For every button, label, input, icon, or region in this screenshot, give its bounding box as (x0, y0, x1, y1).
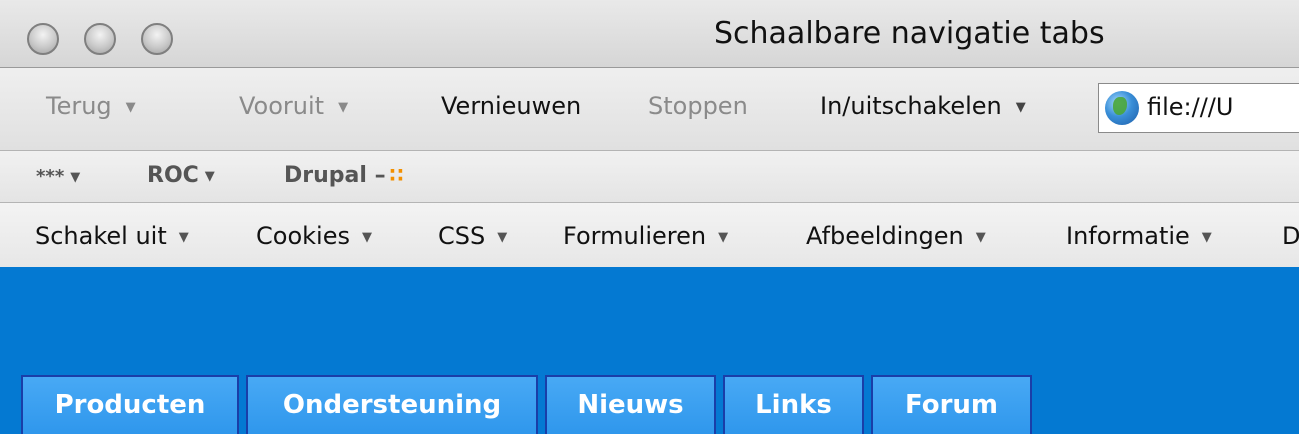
toggle-button-label: In/uitschakelen (820, 92, 1002, 120)
chevron-down-icon: ▼ (70, 169, 81, 185)
globe-icon (1105, 91, 1139, 125)
url-text: file:///U (1147, 93, 1234, 121)
bookmark-live-drupal[interactable]: Drupal – ∷ (284, 163, 404, 188)
dev-menu-label: Formulieren (563, 222, 707, 250)
zoom-window-button[interactable] (141, 23, 173, 55)
dev-menu-disable[interactable]: Schakel uit ▼ (35, 222, 189, 250)
bookmark-folder-stars[interactable]: *** ▼ (36, 166, 80, 187)
toggle-button[interactable]: In/uitschakelen ▼ (820, 92, 1026, 120)
back-button-label: Terug (46, 92, 112, 120)
dev-menu-truncated[interactable]: D (1282, 222, 1299, 250)
chevron-down-icon: ▼ (975, 229, 986, 245)
dev-menu-information[interactable]: Informatie ▼ (1066, 222, 1212, 250)
forward-button[interactable]: Vooruit ▼ (239, 92, 348, 120)
stop-button-label: Stoppen (648, 92, 748, 120)
back-history-dropdown-icon[interactable]: ▼ (126, 100, 136, 115)
chevron-down-icon: ▼ (497, 229, 508, 245)
close-window-button[interactable] (27, 23, 59, 55)
chevron-down-icon: ▼ (178, 229, 189, 245)
dev-menu-forms[interactable]: Formulieren ▼ (563, 222, 728, 250)
dev-menu-label: D (1282, 222, 1299, 250)
dev-menu-cookies[interactable]: Cookies ▼ (256, 222, 372, 250)
tab-links[interactable]: Links (723, 375, 864, 434)
reload-button-label: Vernieuwen (441, 92, 582, 120)
rss-icon: ∷ (389, 163, 404, 187)
navigation-toolbar: Terug ▼ Vooruit ▼ Vernieuwen Stoppen In/ui… (0, 68, 1299, 151)
bookmarks-toolbar: *** ▼ ROC ▼ Drupal – ∷ (0, 151, 1299, 203)
minimize-window-button[interactable] (84, 23, 116, 55)
stop-button[interactable]: Stoppen (648, 92, 748, 120)
bookmark-folder-roc[interactable]: ROC ▼ (147, 163, 215, 188)
dev-menu-css[interactable]: CSS ▼ (438, 222, 507, 250)
tab-nieuws[interactable]: Nieuws (545, 375, 716, 434)
dev-menu-label: CSS (438, 222, 486, 250)
chevron-down-icon: ▼ (204, 168, 215, 184)
bookmark-label: ROC (147, 163, 199, 188)
dev-menu-label: Cookies (256, 222, 350, 250)
dev-menu-label: Informatie (1066, 222, 1190, 250)
forward-history-dropdown-icon[interactable]: ▼ (338, 100, 348, 115)
bookmark-label: Drupal – (284, 163, 386, 188)
web-developer-toolbar: Schakel uit ▼ Cookies ▼ CSS ▼ Formulieren ▼ … (0, 203, 1299, 267)
page-content: Producten Ondersteuning Nieuws Links For… (0, 267, 1299, 434)
chevron-down-icon: ▼ (361, 229, 372, 245)
tab-ondersteuning[interactable]: Ondersteuning (246, 375, 538, 434)
dev-menu-images[interactable]: Afbeeldingen ▼ (806, 222, 986, 250)
back-button[interactable]: Terug ▼ (46, 92, 136, 120)
reload-button[interactable]: Vernieuwen (441, 92, 581, 120)
dev-menu-label: Afbeeldingen (806, 222, 964, 250)
dev-menu-label: Schakel uit (35, 222, 167, 250)
bookmark-label: *** (36, 166, 65, 187)
window-titlebar: Schaalbare navigatie tabs (0, 0, 1299, 68)
tab-producten[interactable]: Producten (21, 375, 239, 434)
forward-button-label: Vooruit (239, 92, 325, 120)
chevron-down-icon: ▼ (1201, 229, 1212, 245)
tab-forum[interactable]: Forum (871, 375, 1032, 434)
window-title: Schaalbare navigatie tabs (714, 16, 1105, 51)
toggle-dropdown-icon[interactable]: ▼ (1016, 100, 1026, 115)
url-field[interactable]: file:///U (1098, 83, 1299, 133)
chevron-down-icon: ▼ (718, 229, 729, 245)
